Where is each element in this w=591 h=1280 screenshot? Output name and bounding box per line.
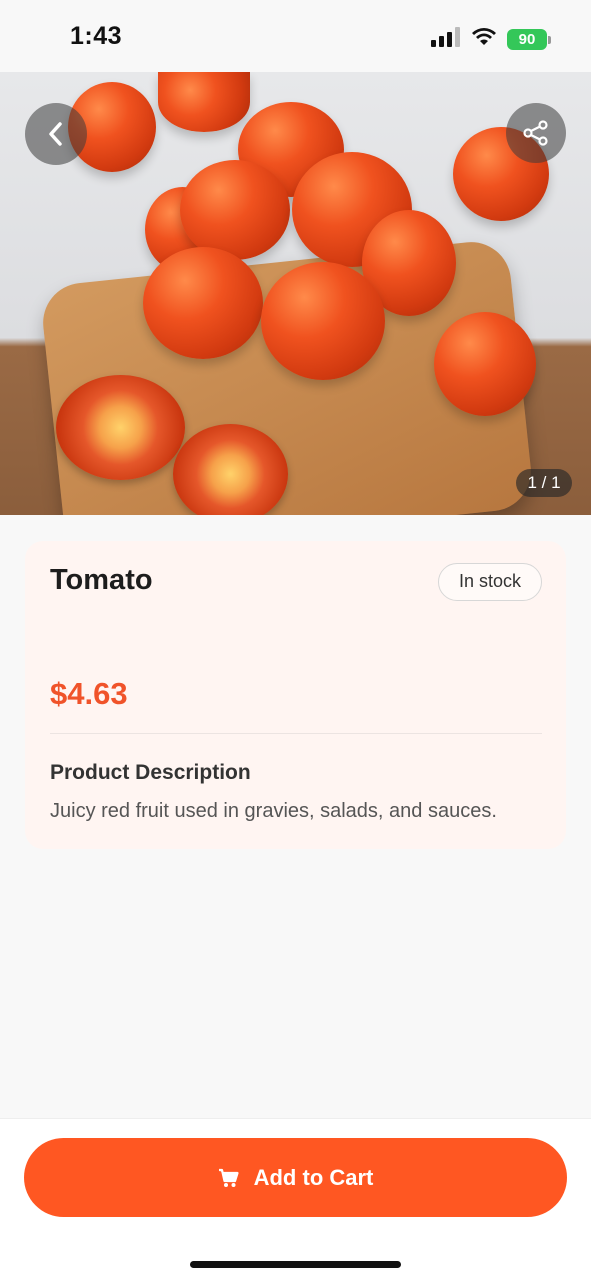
add-to-cart-label: Add to Cart xyxy=(253,1164,374,1190)
chevron-left-icon xyxy=(49,122,62,146)
product-image[interactable]: 1 / 1 xyxy=(0,72,591,515)
wifi-icon xyxy=(471,27,497,52)
battery-level: 90 xyxy=(507,29,547,50)
tomato-half-graphic xyxy=(56,375,185,480)
tomato-graphic xyxy=(261,262,385,380)
product-description: Juicy red fruit used in gravies, salads,… xyxy=(50,800,497,822)
home-indicator xyxy=(190,1261,401,1268)
share-icon xyxy=(523,120,548,146)
signal-icon xyxy=(431,27,461,52)
add-to-cart-button[interactable]: Add to Cart xyxy=(24,1138,567,1217)
divider xyxy=(50,733,542,734)
tomato-graphic xyxy=(143,247,263,359)
stock-status-badge: In stock xyxy=(438,563,542,601)
share-button[interactable] xyxy=(506,103,566,163)
tomato-graphic xyxy=(434,312,536,416)
product-name: Tomato xyxy=(50,564,153,596)
image-counter: 1 / 1 xyxy=(516,469,572,497)
status-bar: 1:43 90 xyxy=(0,0,591,72)
tomato-graphic xyxy=(180,160,290,260)
status-icons: 90 xyxy=(431,27,551,52)
status-time: 1:43 xyxy=(70,22,123,50)
description-heading: Product Description xyxy=(50,761,251,784)
back-button[interactable] xyxy=(25,103,87,165)
cart-icon xyxy=(218,1168,239,1187)
product-info-card: Tomato In stock $4.63 Product Descriptio… xyxy=(25,541,566,849)
tomato-half-graphic xyxy=(173,424,288,515)
battery-icon: 90 xyxy=(507,29,551,50)
tomato-graphic xyxy=(158,72,250,132)
product-price: $4.63 xyxy=(50,676,128,711)
bottom-action-bar: Add to Cart xyxy=(0,1118,591,1280)
